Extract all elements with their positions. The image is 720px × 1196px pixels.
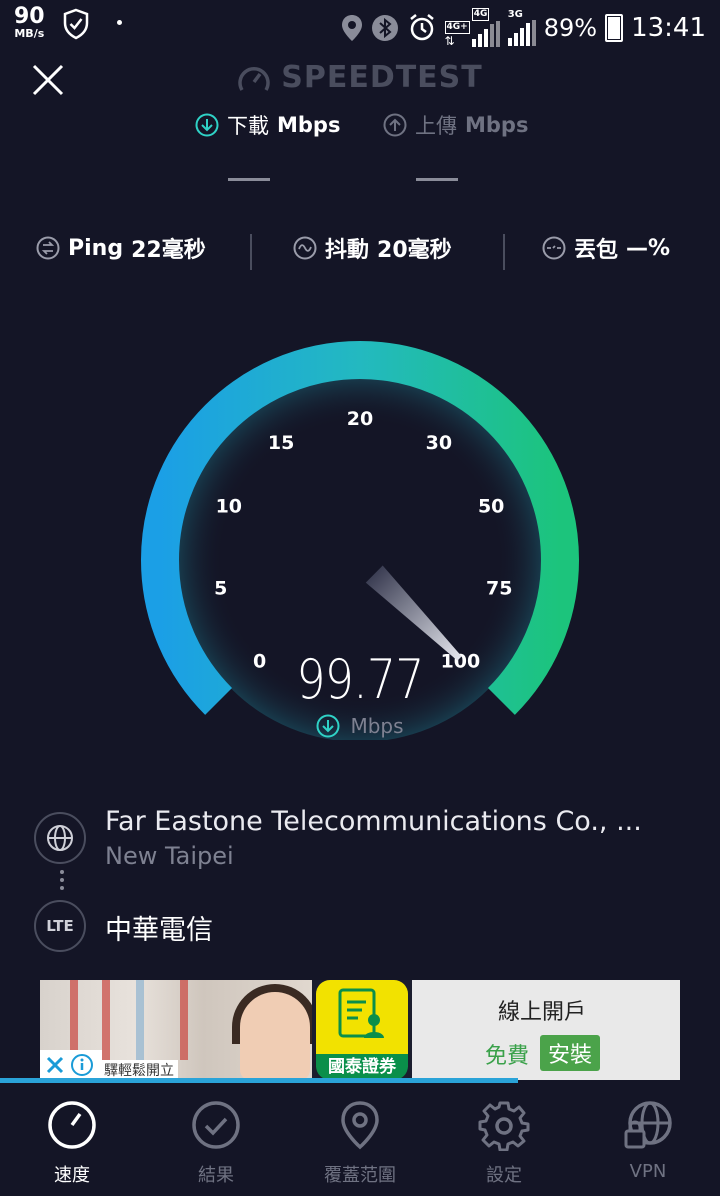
- metric-divider: [503, 234, 505, 270]
- network-type-badge: LTE: [34, 900, 86, 952]
- ad-install-button[interactable]: 安裝: [540, 1035, 601, 1071]
- bluetooth-icon: [371, 14, 398, 41]
- nav-coverage[interactable]: 覆蓋范圍: [288, 1083, 432, 1196]
- network-speed-unit: MB/s: [14, 27, 45, 40]
- speedtest-logo-icon: [238, 66, 270, 91]
- gauge-tick-label: 50: [478, 496, 504, 518]
- sim1-network: 4G: [471, 8, 490, 21]
- ping-icon: [36, 236, 60, 260]
- ad-brand-name: 國泰證券: [316, 1054, 408, 1080]
- map-pin-icon: [341, 1101, 379, 1150]
- gauge-tick-label: 10: [216, 496, 242, 518]
- isp-globe-icon: [34, 812, 86, 864]
- ping-value: 22毫秒: [131, 238, 206, 263]
- server-city: New Taipei: [105, 842, 234, 870]
- jitter-label: 抖動: [325, 238, 370, 263]
- gear-icon: [478, 1101, 530, 1151]
- app-title-text: SPEEDTEST: [281, 60, 483, 95]
- download-tab-unit: Mbps: [277, 113, 341, 137]
- ad-headline: 線上開戶: [497, 1000, 586, 1025]
- nav-coverage-label: 覆蓋范圍: [324, 1165, 396, 1186]
- upload-tab-unit: Mbps: [465, 113, 529, 137]
- gauge-tick-label: 75: [486, 578, 512, 600]
- location-icon: [341, 14, 362, 41]
- ad-controls: [40, 1050, 102, 1080]
- sim2-signal-icon: 3G: [507, 8, 536, 46]
- download-tab[interactable]: 下載 Mbps: [195, 110, 340, 140]
- ad-free-label: 免費: [485, 1044, 530, 1069]
- download-icon: [316, 714, 340, 738]
- check-circle-icon: [192, 1101, 240, 1149]
- status-icons: 4G+ ⇅ 4G 3G 89% 13:41: [341, 8, 706, 47]
- upload-tab-label: 上傳: [415, 114, 457, 138]
- nav-vpn[interactable]: VPN: [576, 1083, 720, 1196]
- ad-info-icon[interactable]: [70, 1053, 94, 1077]
- nav-settings-label: 設定: [486, 1165, 522, 1186]
- upload-icon: [383, 113, 407, 137]
- clock: 13:41: [631, 12, 706, 43]
- shield-check-icon: [63, 8, 89, 40]
- gauge-tick-label: 20: [347, 408, 373, 430]
- jitter-value: 20毫秒: [377, 238, 452, 263]
- download-tab-label: 下載: [227, 114, 269, 138]
- vpn-globe-lock-icon: [624, 1101, 672, 1149]
- upload-value-placeholder: [416, 178, 458, 181]
- packet-loss-icon: [542, 236, 566, 260]
- battery-percent: 89%: [543, 13, 598, 42]
- speed-readout-unit-row: Mbps: [0, 714, 720, 738]
- jitter-icon: [293, 236, 317, 260]
- nav-results[interactable]: 結果: [144, 1083, 288, 1196]
- gauge-tick-label: 15: [268, 432, 294, 454]
- metric-divider: [250, 234, 252, 270]
- nav-vpn-label: VPN: [629, 1161, 667, 1182]
- nav-speed[interactable]: 速度: [0, 1083, 144, 1196]
- packet-loss-label: 丟包: [574, 238, 619, 263]
- nav-results-label: 結果: [198, 1165, 234, 1186]
- upload-tab[interactable]: 上傳 Mbps: [383, 110, 528, 140]
- network-speed-indicator: 90 MB/s: [14, 4, 45, 40]
- alarm-icon: [409, 13, 434, 40]
- battery-icon: [605, 13, 624, 42]
- packet-loss-value: —%: [626, 235, 671, 261]
- ad-close-icon[interactable]: [44, 1054, 66, 1076]
- download-value-placeholder: [228, 178, 270, 181]
- jitter-metric: 抖動 20毫秒: [293, 232, 452, 264]
- bottom-nav: 速度 結果 覆蓋范圍 設定 VPN: [0, 1083, 720, 1196]
- nav-speed-label: 速度: [54, 1165, 90, 1186]
- connector-dots: [60, 870, 66, 894]
- isp-name[interactable]: Far Eastone Telecommunications Co., ...: [105, 806, 642, 837]
- app-title: SPEEDTEST: [0, 60, 720, 95]
- ping-label: Ping: [68, 235, 124, 261]
- status-bar: 90 MB/s 4G+ ⇅ 4G 3G 89% 13:41: [0, 0, 720, 52]
- packet-loss-metric: 丟包 —%: [542, 232, 670, 264]
- notification-dot-icon: [117, 20, 122, 25]
- network-speed-value: 90: [14, 4, 45, 29]
- carrier-name: 中華電信: [105, 915, 213, 946]
- gauge-tick-label: 5: [214, 578, 227, 600]
- gauge-tick-label: 30: [426, 432, 452, 454]
- ad-caption: 驛輕鬆開立: [100, 1060, 178, 1080]
- sim1-tag: 4G+: [444, 21, 470, 34]
- speed-readout-unit: Mbps: [350, 714, 404, 738]
- ping-metric: Ping 22毫秒: [36, 232, 206, 264]
- speedometer-icon: [48, 1101, 96, 1149]
- sim2-network: 3G: [507, 8, 523, 20]
- speed-readout: 99.77: [296, 648, 424, 711]
- ad-banner[interactable]: 國泰證券 線上開戶 免費 安裝 驛輕鬆開立: [40, 980, 680, 1080]
- nav-settings[interactable]: 設定: [432, 1083, 576, 1196]
- ad-brand-logo: 國泰證券: [312, 980, 412, 1080]
- document-user-icon: [338, 988, 384, 1038]
- download-icon: [195, 113, 219, 137]
- sim1-signal-icon: 4G+ ⇅ 4G: [444, 8, 500, 47]
